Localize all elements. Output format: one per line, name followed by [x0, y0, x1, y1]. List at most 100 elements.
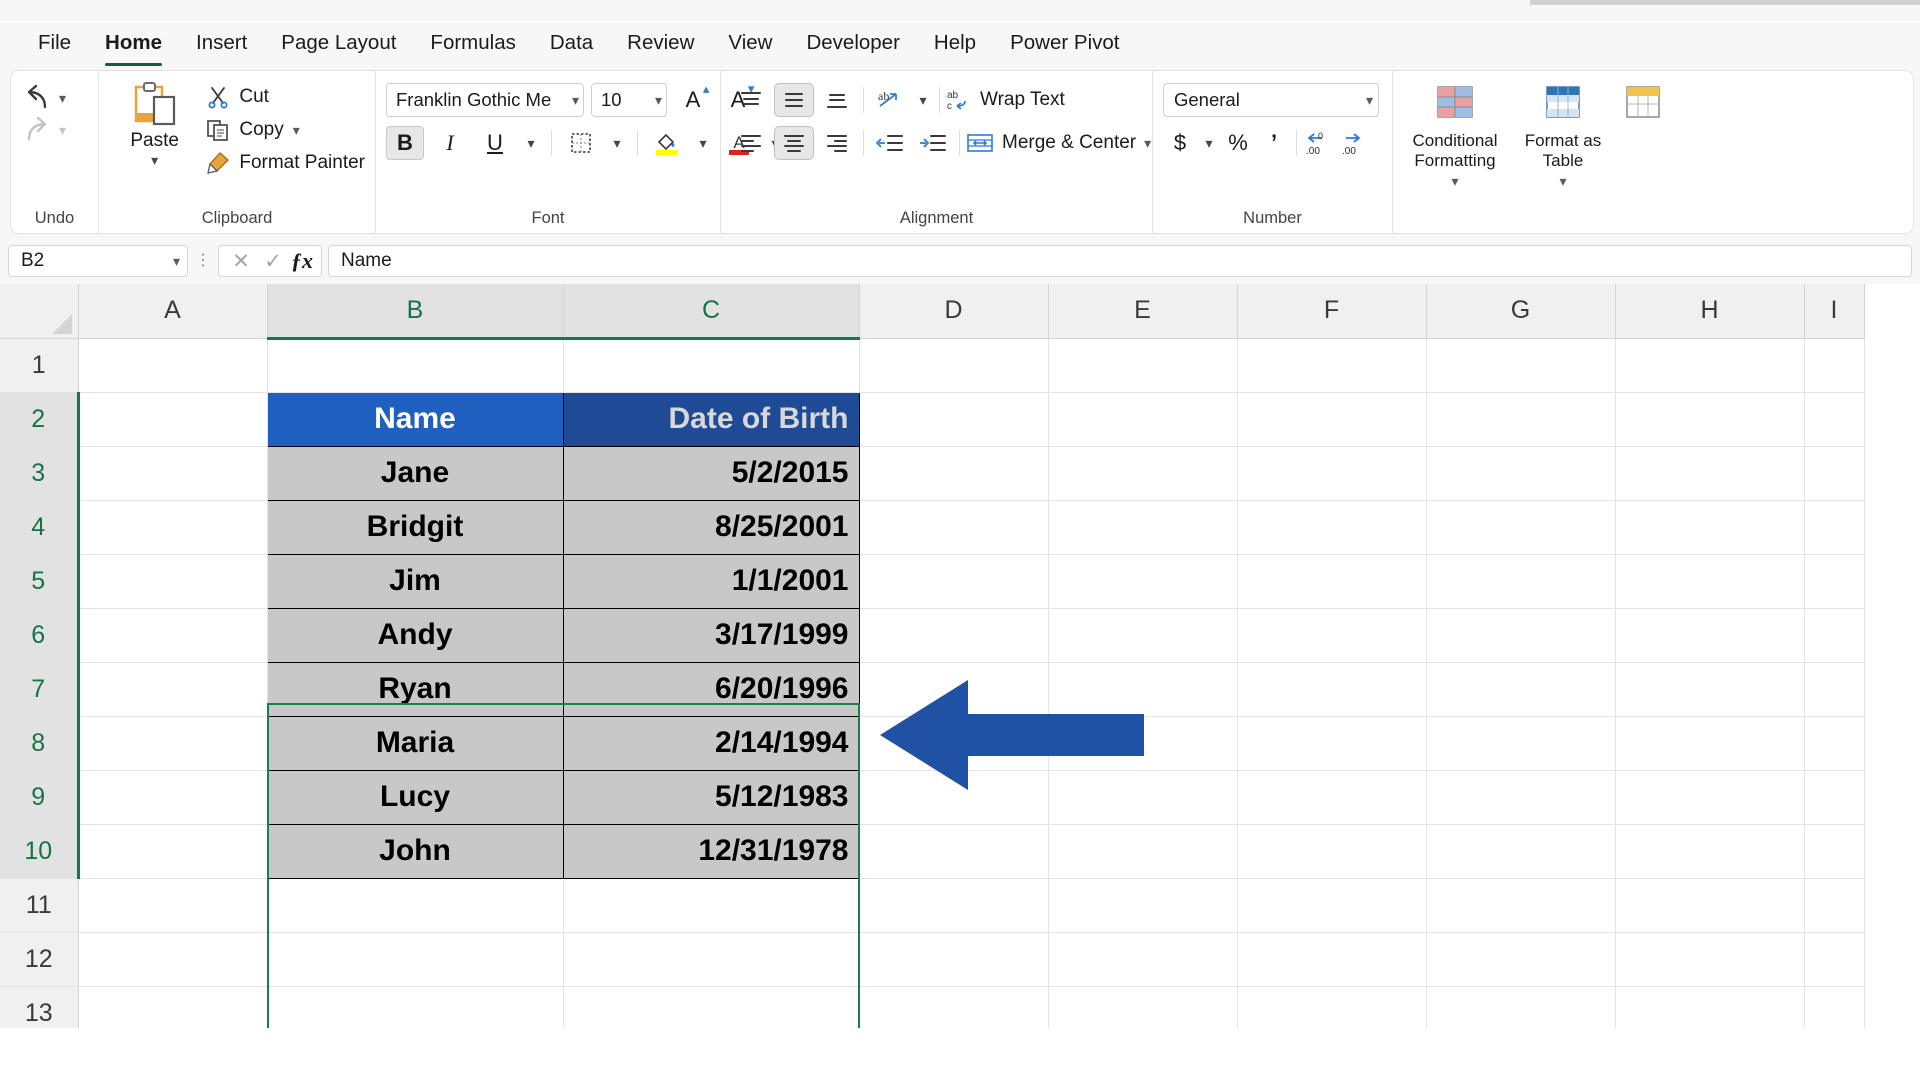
chevron-down-icon[interactable]: ▾	[293, 122, 300, 139]
cell-H12[interactable]	[1615, 932, 1805, 987]
column-header-D[interactable]: D	[859, 284, 1049, 339]
orientation-button[interactable]: ab	[870, 83, 910, 117]
align-left-button[interactable]	[731, 126, 771, 160]
cell-I10[interactable]	[1804, 824, 1865, 879]
ribbon-tab-help[interactable]: Help	[918, 25, 992, 63]
cell-A13[interactable]	[78, 986, 268, 1028]
cell-C1[interactable]	[563, 338, 860, 393]
cell-B2-name-header[interactable]: Name	[266, 391, 564, 447]
cell-C11[interactable]	[563, 878, 860, 933]
cell-F8[interactable]	[1237, 716, 1427, 771]
cell-F5[interactable]	[1237, 554, 1427, 609]
cell-G1[interactable]	[1426, 338, 1616, 393]
row-header-5[interactable]: 5	[0, 554, 80, 609]
undo-button[interactable]: ▾	[21, 83, 66, 113]
bold-button[interactable]: B	[386, 126, 424, 160]
percent-style-button[interactable]: %	[1221, 127, 1255, 159]
cell-E2[interactable]	[1048, 392, 1238, 447]
spreadsheet-grid[interactable]: A B C D E F G H I 1 2 Name Date of Birth 3 Jane 5/2/201…	[0, 284, 1920, 1028]
column-header-B[interactable]: B	[267, 284, 564, 340]
cell-F9[interactable]	[1237, 770, 1427, 825]
cell-C4-dob[interactable]: 8/25/2001	[562, 499, 860, 555]
cell-H4[interactable]	[1615, 500, 1805, 555]
cell-D11[interactable]	[859, 878, 1049, 933]
row-header-3[interactable]: 3	[0, 446, 80, 501]
ribbon-tab-file[interactable]: File	[22, 25, 87, 63]
ribbon-tab-view[interactable]: View	[712, 25, 788, 63]
cell-B7-name[interactable]: Ryan	[266, 661, 564, 717]
chevron-down-icon[interactable]: ▾	[1144, 135, 1151, 152]
chevron-down-icon[interactable]: ▾	[1559, 173, 1566, 190]
formula-bar-handle[interactable]: ⋮	[194, 253, 212, 269]
column-header-E[interactable]: E	[1048, 284, 1238, 339]
cell-E11[interactable]	[1048, 878, 1238, 933]
ribbon-tab-formulas[interactable]: Formulas	[414, 25, 531, 63]
cell-H5[interactable]	[1615, 554, 1805, 609]
cell-E5[interactable]	[1048, 554, 1238, 609]
ribbon-tab-page-layout[interactable]: Page Layout	[265, 25, 412, 63]
cell-F11[interactable]	[1237, 878, 1427, 933]
font-name-combobox[interactable]: Franklin Gothic Me ▾	[386, 83, 584, 117]
cell-A6[interactable]	[78, 608, 268, 663]
align-top-button[interactable]	[731, 83, 771, 117]
ribbon-tab-data[interactable]: Data	[534, 25, 609, 63]
cell-B13[interactable]	[267, 986, 564, 1028]
cell-C13[interactable]	[563, 986, 860, 1028]
cell-A4[interactable]	[78, 500, 268, 555]
cell-F12[interactable]	[1237, 932, 1427, 987]
cell-G9[interactable]	[1426, 770, 1616, 825]
conditional-formatting-button[interactable]: Conditional Formatting ▾	[1403, 81, 1507, 190]
cell-A10[interactable]	[78, 824, 268, 879]
cell-C9-dob[interactable]: 5/12/1983	[562, 769, 860, 825]
cell-B12[interactable]	[267, 932, 564, 987]
cell-C6-dob[interactable]: 3/17/1999	[562, 607, 860, 663]
cell-I2[interactable]	[1804, 392, 1865, 447]
chevron-down-icon[interactable]: ▾	[1366, 92, 1373, 109]
row-header-6[interactable]: 6	[0, 608, 80, 663]
cell-G8[interactable]	[1426, 716, 1616, 771]
select-all-corner[interactable]	[0, 284, 79, 339]
chevron-down-icon[interactable]: ▾	[655, 92, 662, 109]
increase-indent-button[interactable]	[913, 126, 953, 160]
borders-button[interactable]	[562, 126, 600, 160]
insert-function-button[interactable]: ƒx	[291, 248, 313, 274]
cell-F3[interactable]	[1237, 446, 1427, 501]
cell-G12[interactable]	[1426, 932, 1616, 987]
cell-C2-dob-header[interactable]: Date of Birth	[562, 391, 860, 447]
cell-B1[interactable]	[267, 338, 564, 393]
cell-F2[interactable]	[1237, 392, 1427, 447]
borders-options-chevron-icon[interactable]: ▾	[607, 126, 627, 160]
paste-button[interactable]: Paste ▾	[109, 79, 200, 167]
column-header-G[interactable]: G	[1426, 284, 1616, 339]
cut-button[interactable]: Cut	[206, 85, 365, 109]
cell-G7[interactable]	[1426, 662, 1616, 717]
cell-H8[interactable]	[1615, 716, 1805, 771]
align-bottom-button[interactable]	[817, 83, 857, 117]
cell-H2[interactable]	[1615, 392, 1805, 447]
cell-D6[interactable]	[859, 608, 1049, 663]
cell-E4[interactable]	[1048, 500, 1238, 555]
row-header-1[interactable]: 1	[0, 338, 79, 393]
cell-E12[interactable]	[1048, 932, 1238, 987]
cell-E3[interactable]	[1048, 446, 1238, 501]
cell-A12[interactable]	[78, 932, 268, 987]
align-middle-button[interactable]	[774, 83, 814, 117]
cell-A3[interactable]	[78, 446, 268, 501]
cell-D4[interactable]	[859, 500, 1049, 555]
cell-G3[interactable]	[1426, 446, 1616, 501]
cell-I9[interactable]	[1804, 770, 1865, 825]
cell-B3-name[interactable]: Jane	[266, 445, 564, 501]
chevron-down-icon[interactable]: ▾	[59, 90, 66, 107]
ribbon-tab-home[interactable]: Home	[89, 25, 178, 66]
cell-F6[interactable]	[1237, 608, 1427, 663]
chevron-down-icon[interactable]: ▾	[572, 92, 579, 109]
cell-A5[interactable]	[78, 554, 268, 609]
cell-G5[interactable]	[1426, 554, 1616, 609]
cell-G10[interactable]	[1426, 824, 1616, 879]
cell-H11[interactable]	[1615, 878, 1805, 933]
cell-D2[interactable]	[859, 392, 1049, 447]
align-right-button[interactable]	[817, 126, 857, 160]
cell-A1[interactable]	[78, 338, 268, 393]
cell-F7[interactable]	[1237, 662, 1427, 717]
cell-I12[interactable]	[1804, 932, 1865, 987]
